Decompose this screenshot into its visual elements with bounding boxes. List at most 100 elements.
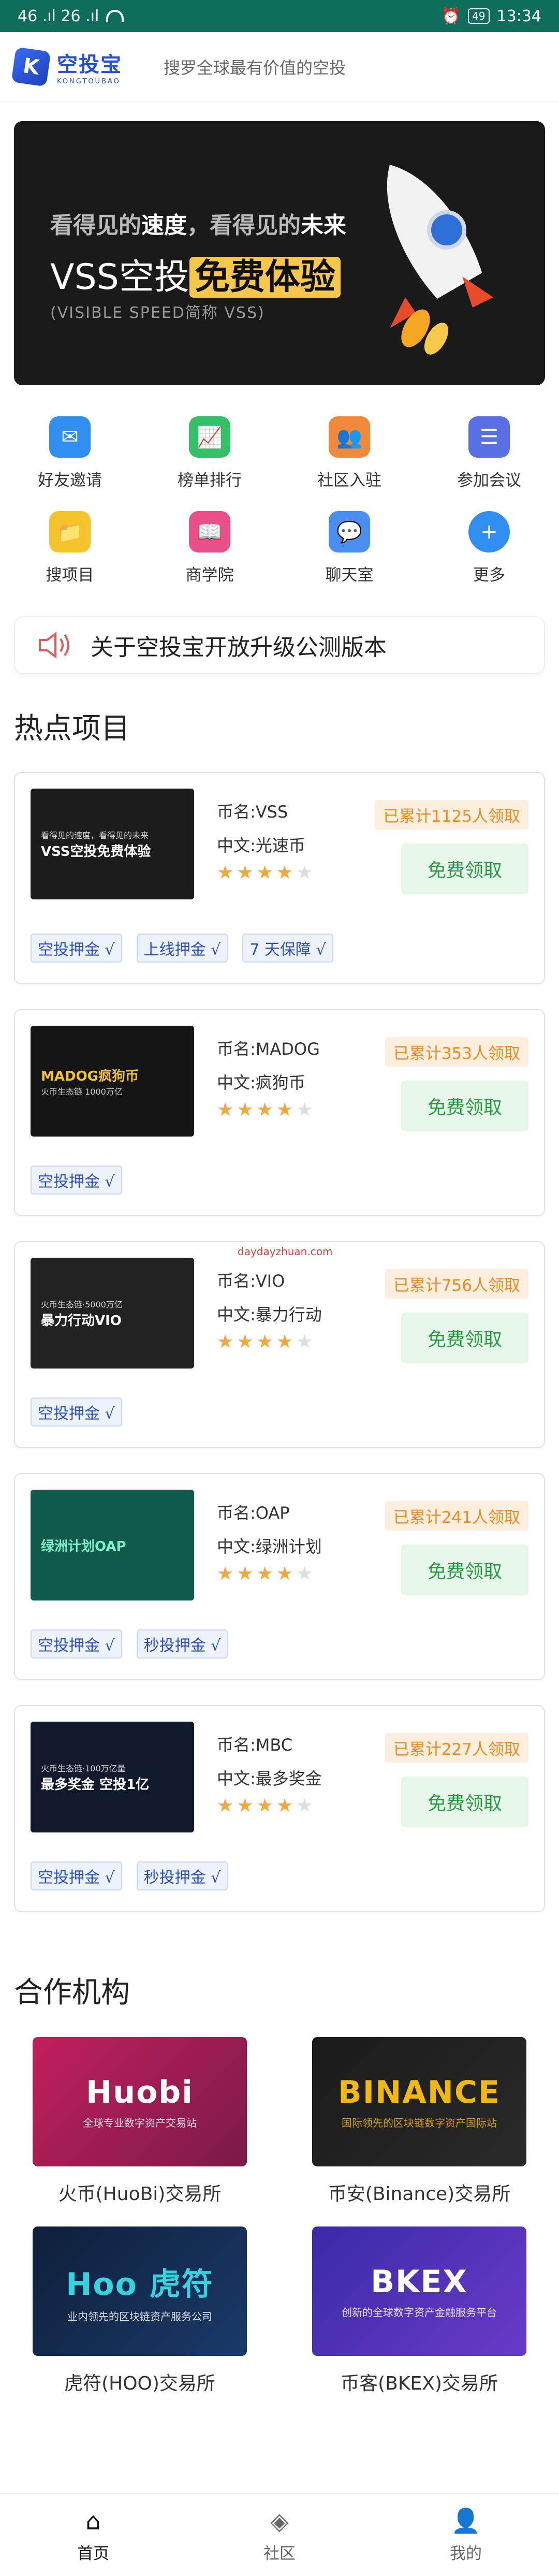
tag: 秒投押金 √	[136, 1629, 228, 1658]
coin-name: 币名:MADOG	[217, 1039, 320, 1059]
tag: 上线押金 √	[136, 934, 228, 963]
banner-headline: 看得见的速度，看得见的未来	[50, 212, 346, 239]
app-header: K 空投宝 KONGTOUBAO 搜罗全球最有价值的空投	[0, 32, 559, 101]
nav-home[interactable]: ⌂ 首页	[0, 2494, 186, 2576]
rating-stars: ★★★★★	[217, 1795, 316, 1816]
tag: 空投押金 √	[31, 934, 122, 963]
project-card-madog[interactable]: MADOG疯狗币 火币生态链 1000万亿 币名:MADOG 中文:疯狗币 ★★…	[14, 1009, 545, 1216]
partner-name: 虎符(HOO)交易所	[64, 2373, 215, 2394]
rating-stars: ★★★★★	[217, 1099, 316, 1120]
partner-name: 币客(BKEX)交易所	[341, 2373, 498, 2394]
profile-icon: 👤	[451, 2507, 481, 2535]
tag-list: 空投押金 √	[31, 1166, 122, 1195]
partner-grid: Huobi 全球专业数字资产交易站 火币(HuoBi)交易所 BINANCE 国际领…	[0, 2037, 559, 2395]
menu-item-search-project[interactable]: 📁 搜项目	[0, 511, 140, 585]
claim-count-badge: 已累计756人领取	[385, 1269, 528, 1299]
claim-count-badge: 已累计353人领取	[385, 1037, 528, 1067]
coin-cn-name: 中文:暴力行动	[217, 1305, 322, 1325]
tag: 秒投押金 √	[136, 1861, 228, 1890]
menu-item-chatroom[interactable]: 💬 聊天室	[280, 511, 419, 585]
coin-cn-name: 中文:疯狗币	[217, 1073, 305, 1093]
wifi-icon	[106, 10, 124, 22]
rating-stars: ★★★★★	[217, 1563, 316, 1584]
claim-button[interactable]: 免费领取	[401, 1545, 528, 1595]
community-icon: 👥	[329, 416, 370, 458]
coin-cn-name: 中文:绿洲计划	[217, 1537, 322, 1556]
partner-bkex[interactable]: BKEX 创新的全球数字资产金融服务平台 币客(BKEX)交易所	[280, 2226, 559, 2395]
chart-icon: 📈	[189, 416, 230, 458]
slogan: 搜罗全球最有价值的空投	[164, 57, 346, 78]
tag: 空投押金 √	[31, 1166, 122, 1195]
claim-count-badge: 已累计227人领取	[385, 1733, 528, 1763]
signal-text: 46 .ıl 26 .ıl	[18, 7, 99, 25]
banner-title: VSS空投 免费体验	[50, 248, 341, 299]
nav-community[interactable]: ◈ 社区	[186, 2494, 373, 2576]
logo-icon[interactable]: K	[11, 47, 51, 86]
logo-title: 空投宝	[57, 53, 122, 77]
chat-icon: 💬	[329, 511, 370, 552]
feature-menu: ✉ 好友邀请 📈 榜单排行 👥 社区入驻 ☰ 参加会议 📁 搜项目 📖 商学院 💬 聊天室 +…	[0, 385, 559, 585]
folder-icon: 📁	[49, 511, 91, 552]
announcement-bar[interactable]: 关于空投宝开放升级公测版本	[14, 616, 545, 674]
project-thumbnail: 看得见的速度，看得见的未来 VSS空投免费体验	[31, 789, 194, 899]
menu-item-meeting[interactable]: ☰ 参加会议	[419, 416, 559, 490]
rocket-icon	[387, 165, 493, 355]
partner-logo: BINANCE 国际领先的区块链数字资产国际站	[312, 2037, 526, 2166]
tag: 空投押金 √	[31, 1629, 122, 1658]
coin-cn-name: 中文:最多奖金	[217, 1769, 322, 1788]
speaker-icon	[39, 632, 69, 659]
project-card-mbc[interactable]: 火币生态链·100万亿量 最多奖金 空投1亿 币名:MBC 中文:最多奖金 ★★…	[14, 1705, 545, 1912]
clock-time: 13:34	[496, 7, 541, 25]
claim-button[interactable]: 免费领取	[401, 1081, 528, 1131]
project-card-oap[interactable]: 绿洲计划OAP 币名:OAP 中文:绿洲计划 ★★★★★ 已累计241人领取 免…	[14, 1473, 545, 1680]
tag: 7 天保障 √	[242, 934, 333, 963]
partner-binance[interactable]: BINANCE 国际领先的区块链数字资产国际站 币安(Binance)交易所	[280, 2037, 559, 2206]
project-card-vss[interactable]: 看得见的速度，看得见的未来 VSS空投免费体验 币名:VSS 中文:光速币 ★★…	[14, 772, 545, 984]
tag-list: 空投押金 √ 秒投押金 √	[31, 1629, 228, 1658]
logo-subtitle: KONGTOUBAO	[57, 78, 121, 85]
battery-icon: 49	[468, 8, 490, 24]
partner-logo: Huobi 全球专业数字资产交易站	[33, 2037, 247, 2166]
menu-item-invite[interactable]: ✉ 好友邀请	[0, 416, 140, 490]
rating-stars: ★★★★★	[217, 862, 316, 883]
promo-banner[interactable]: 看得见的速度，看得见的未来 VSS空投 免费体验 (VISIBLE SPEED简称…	[14, 121, 545, 385]
partner-logo: BKEX 创新的全球数字资产金融服务平台	[312, 2226, 526, 2356]
claim-button[interactable]: 免费领取	[401, 1777, 528, 1827]
alarm-icon: ⏰	[441, 7, 461, 25]
home-icon: ⌂	[85, 2507, 101, 2535]
hot-projects-title: 热点项目	[14, 712, 130, 746]
menu-item-community[interactable]: 👥 社区入驻	[280, 416, 419, 490]
banner-subtitle: (VISIBLE SPEED简称 VSS)	[50, 304, 265, 322]
claim-button[interactable]: 免费领取	[401, 1313, 528, 1363]
project-card-vio[interactable]: daydayzhuan.com 火币生态链·5000万亿 暴力行动VIO 币名:…	[14, 1241, 545, 1448]
watermark-text: daydayzhuan.com	[238, 1245, 333, 1258]
tag-list: 空投押金 √	[31, 1398, 122, 1427]
claim-count-badge: 已累计1125人领取	[375, 800, 528, 829]
project-thumbnail: 火币生态链·100万亿量 最多奖金 空投1亿	[31, 1722, 194, 1832]
invite-icon: ✉	[49, 416, 91, 458]
claim-button[interactable]: 免费领取	[401, 843, 528, 894]
partner-hoo[interactable]: Hoo 虎符 业内领先的区块链资产服务公司 虎符(HOO)交易所	[0, 2226, 280, 2395]
tag: 空投押金 √	[31, 1398, 122, 1427]
menu-item-more[interactable]: + 更多	[419, 511, 559, 585]
coin-name: 币名:VSS	[217, 802, 288, 822]
logo[interactable]: 空投宝 KONGTOUBAO	[57, 48, 122, 85]
nav-profile[interactable]: 👤 我的	[373, 2494, 559, 2576]
coin-name: 币名:MBC	[217, 1735, 293, 1755]
partner-logo: Hoo 虎符 业内领先的区块链资产服务公司	[33, 2226, 247, 2356]
coin-name: 币名:VIO	[217, 1271, 285, 1291]
project-thumbnail: 绿洲计划OAP	[31, 1490, 194, 1600]
menu-item-ranking[interactable]: 📈 榜单排行	[140, 416, 280, 490]
partners-title: 合作机构	[14, 1976, 130, 2010]
partner-huobi[interactable]: Huobi 全球专业数字资产交易站 火币(HuoBi)交易所	[0, 2037, 280, 2206]
coin-cn-name: 中文:光速币	[217, 836, 305, 855]
menu-item-academy[interactable]: 📖 商学院	[140, 511, 280, 585]
meeting-icon: ☰	[468, 416, 510, 458]
status-bar: 46 .ıl 26 .ıl ⏰ 49 13:34	[0, 0, 559, 32]
announcement-text: 关于空投宝开放升级公测版本	[91, 634, 387, 661]
coin-name: 币名:OAP	[217, 1503, 290, 1523]
partner-name: 火币(HuoBi)交易所	[58, 2184, 222, 2205]
community-nav-icon: ◈	[270, 2507, 289, 2535]
partner-name: 币安(Binance)交易所	[328, 2184, 511, 2205]
claim-count-badge: 已累计241人领取	[385, 1501, 528, 1531]
